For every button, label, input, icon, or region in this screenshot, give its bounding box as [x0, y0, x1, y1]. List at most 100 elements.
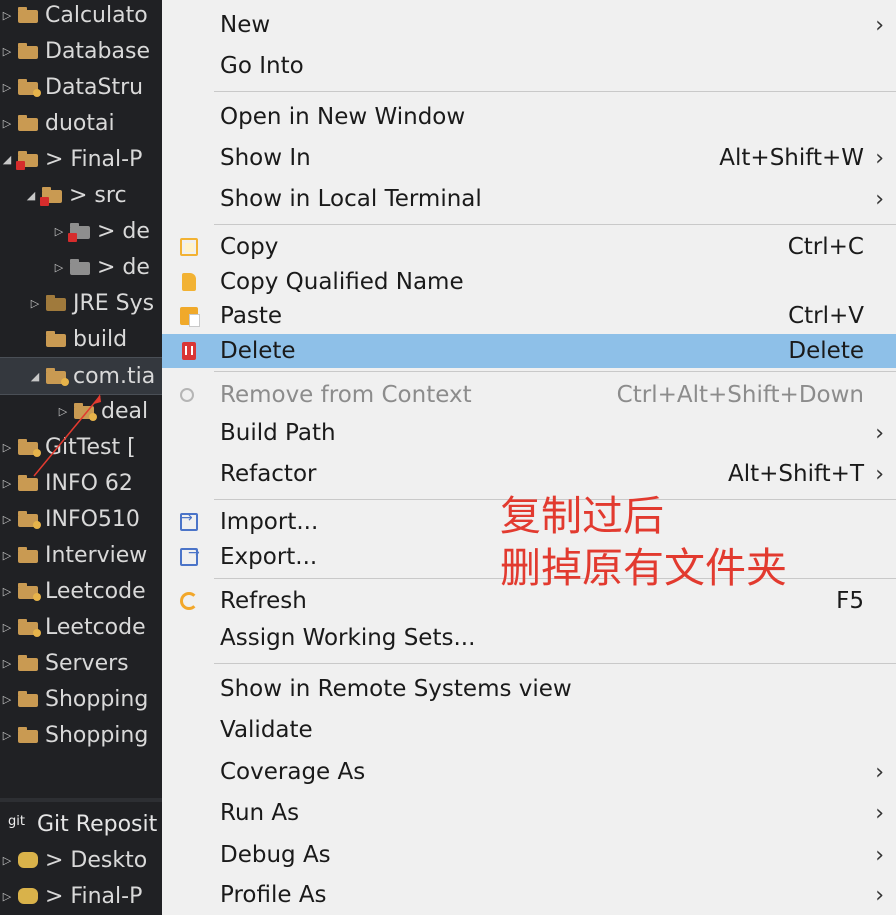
menu-item-assign-working-sets[interactable]: Assign Working Sets... — [162, 621, 896, 655]
tree-item-label: INFO510 — [45, 506, 140, 532]
tree-item-database[interactable]: ▷ Database — [0, 33, 162, 69]
expand-arrow-icon[interactable]: ▷ — [0, 45, 14, 58]
expand-arrow-icon[interactable]: ▷ — [0, 9, 14, 22]
menu-item-label: Copy Qualified Name — [220, 269, 464, 295]
expand-arrow-icon[interactable]: ▷ — [0, 513, 14, 526]
tree-item-package[interactable]: ▷ > de — [0, 213, 162, 249]
git-repo-item[interactable]: ▷ > Deskto — [0, 842, 162, 878]
menu-item-go-into[interactable]: Go Into — [162, 49, 896, 83]
menu-item-profile-as[interactable]: Profile As › — [162, 878, 896, 912]
menu-item-paste[interactable]: Paste Ctrl+V — [162, 299, 896, 333]
delete-icon — [182, 342, 196, 360]
copy-qualified-name-icon — [182, 273, 196, 291]
tree-item-leetcode[interactable]: ▷ Leetcode — [0, 573, 162, 609]
menu-item-debug-as[interactable]: Debug As › — [162, 838, 896, 872]
collapse-arrow-icon[interactable]: ◢ — [0, 153, 14, 166]
expand-arrow-icon[interactable]: ▷ — [28, 297, 42, 310]
submenu-arrow-icon: › — [875, 461, 884, 487]
tree-item-final-project[interactable]: ◢ > Final-P — [0, 141, 162, 177]
expand-arrow-icon[interactable]: ▷ — [0, 585, 14, 598]
menu-item-label: Delete — [220, 338, 296, 364]
menu-item-shortcut: Delete — [788, 338, 864, 364]
project-folder-icon — [18, 691, 38, 707]
expand-arrow-icon[interactable]: ▷ — [0, 693, 14, 706]
expand-arrow-icon[interactable]: ▷ — [0, 441, 14, 454]
project-folder-icon — [18, 43, 38, 59]
tree-item-calculator[interactable]: ▷ Calculato — [0, 0, 162, 33]
menu-item-copy-qualified-name[interactable]: Copy Qualified Name — [162, 265, 896, 299]
expand-arrow-icon[interactable]: ▷ — [0, 729, 14, 742]
expand-arrow-icon[interactable]: ▷ — [0, 657, 14, 670]
expand-arrow-icon[interactable]: ▷ — [56, 405, 70, 418]
tree-item-package[interactable]: ▷ > de — [0, 249, 162, 285]
menu-item-run-as[interactable]: Run As › — [162, 796, 896, 830]
tree-item-label: Leetcode — [45, 614, 146, 640]
menu-item-copy[interactable]: Copy Ctrl+C — [162, 230, 896, 264]
submenu-arrow-icon: › — [875, 186, 884, 212]
project-folder-icon — [18, 79, 41, 97]
menu-item-open-in-new-window[interactable]: Open in New Window — [162, 100, 896, 134]
tree-item-shopping[interactable]: ▷ Shopping — [0, 681, 162, 717]
menu-item-show-in[interactable]: Show In Alt+Shift+W › — [162, 141, 896, 175]
tree-item-deal[interactable]: ▷ deal — [0, 393, 162, 429]
context-menu: New › Go Into Open in New Window Show In… — [162, 0, 896, 915]
expand-arrow-icon[interactable]: ▷ — [0, 549, 14, 562]
tree-item-datastructure[interactable]: ▷ DataStru — [0, 69, 162, 105]
annotation-text: 复制过后 删掉原有文件夹 — [500, 490, 787, 594]
tree-item-duotai[interactable]: ▷ duotai — [0, 105, 162, 141]
expand-arrow-icon[interactable]: ▷ — [0, 477, 14, 490]
menu-item-new[interactable]: New › — [162, 8, 896, 42]
paste-icon — [180, 307, 200, 327]
tree-item-label: > de — [97, 254, 150, 280]
tree-item-label: build — [73, 326, 128, 352]
expand-arrow-icon[interactable]: ▷ — [52, 261, 66, 274]
collapse-arrow-icon[interactable]: ◢ — [24, 189, 38, 202]
collapse-arrow-icon[interactable]: ◢ — [28, 370, 42, 383]
repository-icon — [18, 852, 38, 868]
refresh-icon — [180, 592, 198, 610]
tree-item-info621[interactable]: ▷ INFO 62 — [0, 465, 162, 501]
submenu-arrow-icon: › — [875, 882, 884, 908]
git-repo-item[interactable]: ▷ > Final-P — [0, 878, 162, 914]
tree-item-label: INFO 62 — [45, 470, 133, 496]
menu-item-coverage-as[interactable]: Coverage As › — [162, 755, 896, 789]
tree-item-com-tianzhen[interactable]: ◢ com.tia — [0, 357, 162, 395]
tree-item-label: Servers — [45, 650, 129, 676]
tree-item-shopping[interactable]: ▷ Shopping — [0, 717, 162, 753]
panel-divider[interactable] — [0, 798, 162, 802]
expand-arrow-icon[interactable]: ▷ — [0, 621, 14, 634]
tree-item-label: com.tia — [73, 363, 156, 389]
folder-icon — [46, 368, 69, 386]
expand-arrow-icon[interactable]: ▷ — [0, 81, 14, 94]
expand-arrow-icon[interactable]: ▷ — [0, 854, 14, 867]
tree-item-gittest[interactable]: ▷ GitTest [ — [0, 429, 162, 465]
tree-item-jre-system-library[interactable]: ▷ JRE Sys — [0, 285, 162, 321]
menu-item-label: Show In — [220, 145, 311, 171]
menu-item-delete[interactable]: Delete Delete — [162, 334, 896, 368]
git-icon — [8, 814, 30, 832]
tree-item-build[interactable]: build — [0, 321, 162, 357]
package-folder-icon — [40, 187, 62, 206]
menu-item-refactor[interactable]: Refactor Alt+Shift+T › — [162, 457, 896, 491]
tree-item-src[interactable]: ◢ > src — [0, 177, 162, 213]
menu-item-shortcut: Ctrl+C — [787, 234, 864, 260]
menu-item-label: Open in New Window — [220, 104, 466, 130]
expand-arrow-icon[interactable]: ▷ — [0, 117, 14, 130]
tree-item-interview[interactable]: ▷ Interview — [0, 537, 162, 573]
expand-arrow-icon[interactable]: ▷ — [52, 225, 66, 238]
tree-item-servers[interactable]: ▷ Servers — [0, 645, 162, 681]
tree-item-label: Interview — [45, 542, 148, 568]
tree-item-leetcode[interactable]: ▷ Leetcode — [0, 609, 162, 645]
menu-separator — [214, 663, 896, 664]
menu-item-build-path[interactable]: Build Path › — [162, 416, 896, 450]
menu-item-show-in-local-terminal[interactable]: Show in Local Terminal › — [162, 182, 896, 216]
menu-item-show-in-remote-systems-view[interactable]: Show in Remote Systems view — [162, 672, 896, 706]
menu-item-validate[interactable]: Validate — [162, 713, 896, 747]
folder-icon — [18, 655, 38, 671]
tree-item-info510[interactable]: ▷ INFO510 — [0, 501, 162, 537]
menu-item-label: Refactor — [220, 461, 317, 487]
git-repositories-tab[interactable]: Git Reposit — [0, 806, 162, 842]
menu-item-remove-from-context[interactable]: Remove from Context Ctrl+Alt+Shift+Down — [162, 378, 896, 412]
menu-item-label: Build Path — [220, 420, 336, 446]
expand-arrow-icon[interactable]: ▷ — [0, 890, 14, 903]
